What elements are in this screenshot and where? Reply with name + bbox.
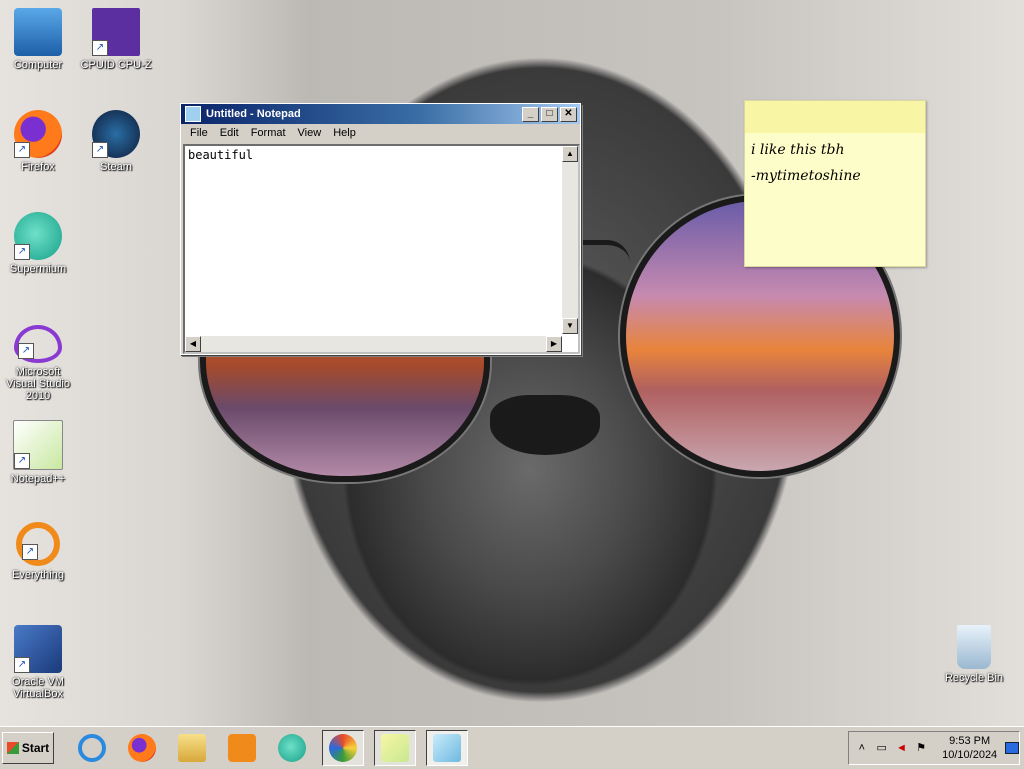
- visual-studio-icon: ↗: [14, 325, 62, 363]
- desktop-icon-steam[interactable]: ↗ Steam: [78, 110, 154, 173]
- firefox-icon: [128, 734, 156, 762]
- desktop-icon-virtualbox[interactable]: ↗ Oracle VM VirtualBox: [0, 625, 76, 700]
- desktop-icon-computer[interactable]: Computer: [0, 8, 76, 71]
- volume-muted-icon[interactable]: ◄: [895, 741, 909, 755]
- notepad-icon: [433, 734, 461, 762]
- taskbar-media-player[interactable]: [222, 731, 262, 765]
- shortcut-arrow-icon: ↗: [22, 544, 38, 560]
- recycle-bin-icon: [957, 625, 991, 669]
- desktop-icon-label: CPUID CPU-Z: [80, 59, 152, 71]
- sticky-note-header[interactable]: [745, 101, 925, 133]
- taskbar: Start ˄ ▭ ◄ ⚑ 9:53 PM 10/10/2024: [0, 726, 1024, 769]
- media-player-icon: [228, 734, 256, 762]
- menu-file[interactable]: File: [184, 127, 214, 139]
- desktop-icon-recycle-bin[interactable]: Recycle Bin: [936, 625, 1012, 684]
- sticky-note-body[interactable]: i like this tbh -mytimetoshine: [745, 133, 925, 193]
- clock-time: 9:53 PM: [949, 735, 991, 747]
- start-label: Start: [21, 741, 50, 755]
- computer-icon: [14, 8, 62, 56]
- steam-icon: ↗: [92, 110, 140, 158]
- menu-edit[interactable]: Edit: [214, 127, 245, 139]
- editor-content: beautiful: [188, 148, 254, 162]
- show-desktop-icon[interactable]: [1005, 742, 1019, 754]
- supermium-icon: [278, 734, 306, 762]
- desktop-icon-supermium[interactable]: ↗ Supermium: [0, 212, 76, 275]
- show-hidden-icons-icon[interactable]: ˄: [855, 741, 869, 755]
- action-center-flag-icon[interactable]: ⚑: [914, 741, 928, 755]
- clock-date: 10/10/2024: [942, 749, 998, 761]
- notepad-icon: [185, 106, 201, 122]
- sticky-note-line: i like this tbh: [751, 142, 845, 158]
- desktop-icon-notepadpp[interactable]: ↗ Notepad++: [0, 420, 76, 485]
- menu-bar: File Edit Format View Help: [181, 124, 580, 142]
- taskbar-file-explorer[interactable]: [172, 731, 212, 765]
- close-button[interactable]: ✕: [560, 106, 577, 122]
- start-button[interactable]: Start: [2, 732, 54, 764]
- desktop-icon-label: Microsoft Visual Studio 2010: [5, 366, 70, 402]
- desktop-icon-label: Steam: [100, 161, 132, 173]
- desktop-icon-label: Oracle VM VirtualBox: [12, 676, 64, 700]
- sticky-note-line: -mytimetoshine: [751, 168, 861, 184]
- desktop-icon-visual-studio[interactable]: ↗ Microsoft Visual Studio 2010: [0, 325, 76, 402]
- desktop-icon-cpuz[interactable]: ↗ CPUID CPU-Z: [78, 8, 154, 71]
- scroll-left-icon[interactable]: ◀: [185, 336, 201, 352]
- internet-explorer-icon: [78, 734, 106, 762]
- taskbar-firefox[interactable]: [122, 731, 162, 765]
- desktop-icon-label: Notepad++: [10, 473, 66, 485]
- cpuz-icon: ↗: [92, 8, 140, 56]
- scroll-down-icon[interactable]: ▼: [562, 318, 578, 334]
- shortcut-arrow-icon: ↗: [18, 343, 34, 359]
- desktop-icon-label: Everything: [12, 569, 64, 581]
- notepad-window[interactable]: Untitled - Notepad _ □ ✕ File Edit Forma…: [180, 103, 581, 355]
- desktop-icon-label: Computer: [13, 59, 63, 71]
- sticky-note[interactable]: i like this tbh -mytimetoshine: [744, 100, 926, 267]
- everything-icon: ↗: [16, 522, 60, 566]
- supermium-icon: ↗: [14, 212, 62, 260]
- taskbar-notepad[interactable]: [426, 730, 468, 766]
- window-title: Untitled - Notepad: [206, 108, 301, 120]
- clock[interactable]: 9:53 PM 10/10/2024: [942, 734, 997, 762]
- desktop-icon-label: Supermium: [9, 263, 67, 275]
- paint-icon: [329, 734, 357, 762]
- shortcut-arrow-icon: ↗: [14, 453, 30, 469]
- shortcut-arrow-icon: ↗: [14, 657, 30, 673]
- taskbar-sticky-notes[interactable]: [374, 730, 416, 766]
- windows-logo-icon: [6, 742, 19, 754]
- shortcut-arrow-icon: ↗: [14, 244, 30, 260]
- notepadpp-icon: ↗: [13, 420, 63, 470]
- taskbar-supermium[interactable]: [272, 731, 312, 765]
- file-explorer-icon: [178, 734, 206, 762]
- menu-view[interactable]: View: [292, 127, 328, 139]
- taskbar-paint[interactable]: [322, 730, 364, 766]
- desktop-icon-label: Recycle Bin: [944, 672, 1004, 684]
- sticky-notes-icon: [381, 734, 409, 762]
- desktop-icon-everything[interactable]: ↗ Everything: [0, 522, 76, 581]
- network-icon[interactable]: ▭: [875, 741, 889, 755]
- desktop-icon-firefox[interactable]: ↗ Firefox: [0, 110, 76, 173]
- notepad-titlebar[interactable]: Untitled - Notepad _ □ ✕: [181, 104, 580, 124]
- system-tray: ˄ ▭ ◄ ⚑ 9:53 PM 10/10/2024: [848, 731, 1020, 765]
- scroll-up-icon[interactable]: ▲: [562, 146, 578, 162]
- shortcut-arrow-icon: ↗: [92, 40, 108, 56]
- taskbar-internet-explorer[interactable]: [72, 731, 112, 765]
- virtualbox-icon: ↗: [14, 625, 62, 673]
- minimize-button[interactable]: _: [522, 106, 539, 122]
- horizontal-scrollbar[interactable]: ◀ ▶: [185, 336, 562, 352]
- text-editor-area[interactable]: beautiful ▲ ▼ ◀ ▶: [183, 144, 580, 354]
- vertical-scrollbar[interactable]: ▲ ▼: [562, 146, 578, 334]
- shortcut-arrow-icon: ↗: [92, 142, 108, 158]
- desktop-icon-label: Firefox: [21, 161, 55, 173]
- menu-format[interactable]: Format: [245, 127, 292, 139]
- menu-help[interactable]: Help: [327, 127, 362, 139]
- scroll-right-icon[interactable]: ▶: [546, 336, 562, 352]
- firefox-icon: ↗: [14, 110, 62, 158]
- cat-nose: [490, 395, 600, 455]
- maximize-button[interactable]: □: [541, 106, 558, 122]
- shortcut-arrow-icon: ↗: [14, 142, 30, 158]
